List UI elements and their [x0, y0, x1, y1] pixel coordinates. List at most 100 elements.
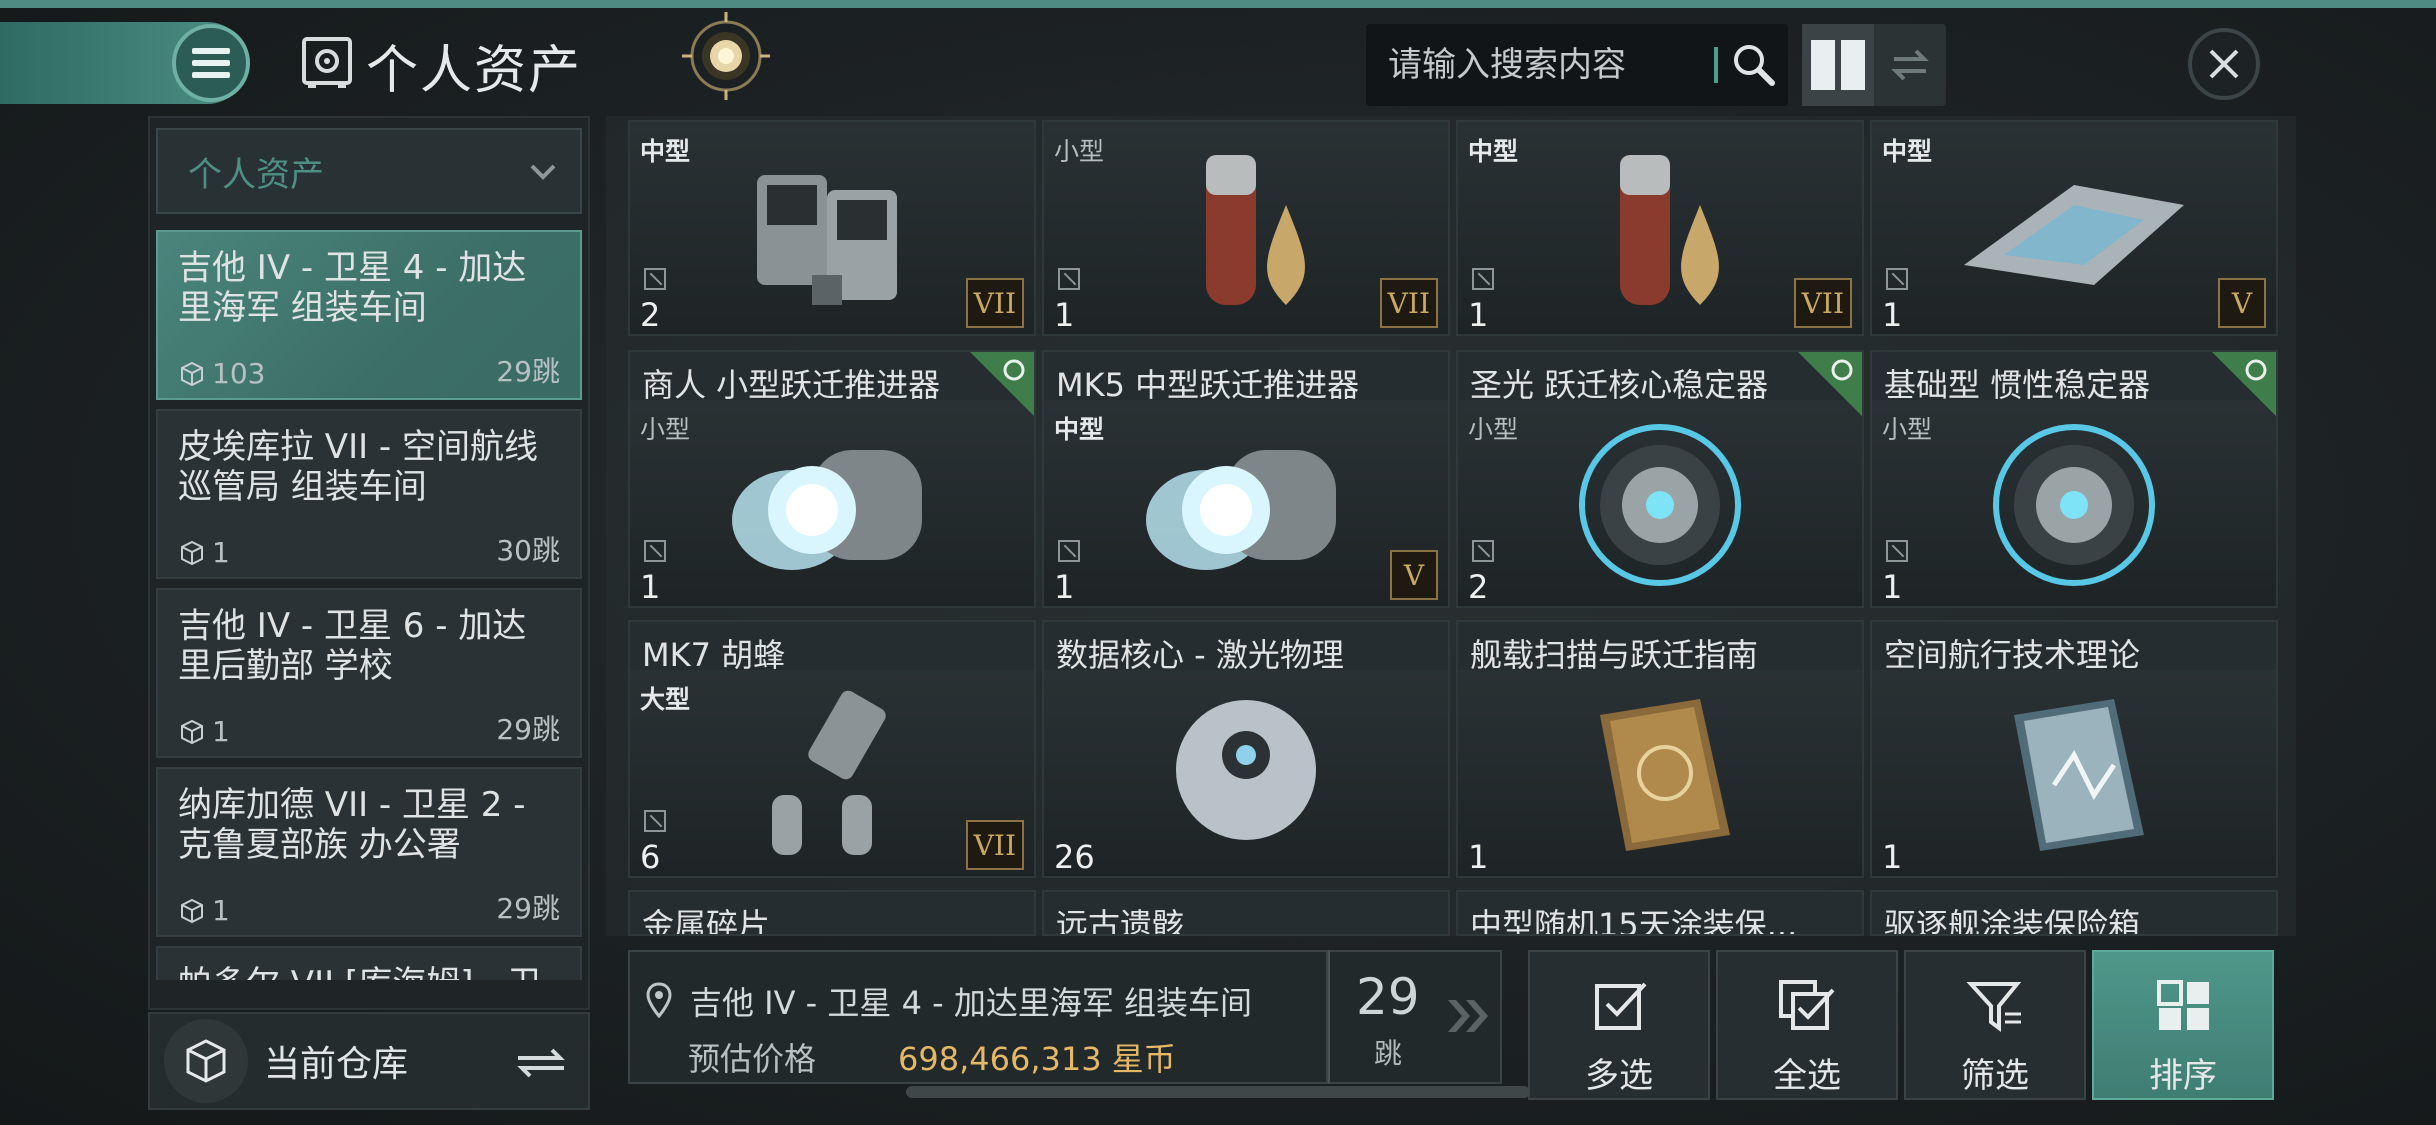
location-item[interactable]: 吉他 IV - 卫星 6 - 加达里后勤部 学校 1 29跳	[156, 588, 582, 758]
location-item[interactable]: 皮埃库拉 VII - 空间航线巡管局 组装车间 1 30跳	[156, 409, 582, 579]
menu-button[interactable]	[172, 24, 250, 102]
compass-icon[interactable]	[680, 10, 772, 102]
location-item[interactable]: 吉他 IV - 卫星 4 - 加达里海军 组装车间 103 29跳	[156, 230, 582, 400]
item-card[interactable]: 中型 1 V	[1870, 120, 2278, 336]
item-card[interactable]: 中型 1 VII	[1456, 120, 1864, 336]
item-card[interactable]: 数据核心 - 激光物理 26	[1042, 620, 1450, 878]
circle-badge-icon	[970, 352, 1034, 416]
item-quantity: 1	[640, 568, 661, 606]
item-thumbnail: 小型 1	[630, 400, 1034, 606]
location-name: 纳库加德 VII - 卫星 2 - 克鲁夏部族 办公署	[178, 785, 526, 865]
item-quantity: 1	[1468, 296, 1489, 334]
action-label: 全选	[1773, 1056, 1841, 1096]
item-name: 驱逐舰涂装保险箱	[1884, 906, 2141, 936]
item-card[interactable]: 驱逐舰涂装保险箱	[1870, 890, 2278, 936]
switch-icon[interactable]	[514, 1046, 568, 1080]
item-size-class: 小型	[1468, 415, 1519, 444]
close-icon[interactable]	[2186, 26, 2262, 102]
item-card[interactable]: 空间航行技术理论 1	[1870, 620, 2278, 878]
location-name: 吉他 IV - 卫星 4 - 加达里海军 组装车间	[178, 248, 527, 328]
item-thumbnail: 1	[1458, 670, 1862, 876]
item-count: 1	[178, 536, 230, 569]
asset-type-dropdown[interactable]: 个人资产	[156, 128, 582, 214]
item-image	[1964, 185, 2184, 285]
jump-count: 30跳	[496, 534, 560, 567]
current-warehouse-button[interactable]: 当前仓库	[148, 1012, 590, 1110]
multi-select-button[interactable]: 多选	[1528, 950, 1710, 1100]
item-size-class: 小型	[640, 415, 691, 444]
item-card[interactable]: 商人 小型跃迁推进器 小型 1	[628, 350, 1036, 608]
item-card[interactable]: 中型 2 VII	[628, 120, 1036, 336]
filter-button[interactable]: 筛选	[1904, 950, 2086, 1100]
item-name: 远古遗骸	[1056, 906, 1185, 936]
current-location: 吉他 IV - 卫星 4 - 加达里海军 组装车间	[690, 984, 1252, 1022]
item-size-class: 中型	[640, 137, 691, 166]
search-divider	[1714, 47, 1718, 83]
unfit-icon	[1886, 268, 1908, 290]
search-box	[1366, 24, 1788, 106]
item-size-class: 小型	[1882, 415, 1933, 444]
cube-icon	[181, 898, 203, 923]
jump-count: 29跳	[496, 355, 560, 388]
item-quantity: 2	[1468, 568, 1489, 606]
current-warehouse-label: 当前仓库	[264, 1044, 409, 1085]
unfit-icon	[644, 810, 666, 832]
item-quantity: 1	[1882, 838, 1903, 876]
search-input[interactable]	[1388, 45, 1708, 85]
select-all-button[interactable]: 全选	[1716, 950, 1898, 1100]
item-thumbnail: 中型 1 V	[1872, 122, 2276, 334]
cube-icon	[181, 540, 203, 565]
jump-panel[interactable]: 29 跳	[1328, 950, 1502, 1084]
search-icon[interactable]	[1728, 39, 1780, 91]
item-card[interactable]: 舰载扫描与跃迁指南 1	[1456, 620, 1864, 878]
item-quantity: 2	[640, 296, 661, 334]
item-card[interactable]: 中型随机15天涂装保...	[1456, 890, 1864, 936]
item-quantity: 1	[1054, 296, 1075, 334]
sort-button[interactable]: 排序	[2092, 950, 2274, 1100]
item-size-class: 大型	[640, 685, 691, 714]
chevron-down-icon	[530, 164, 556, 180]
jump-number: 29	[1356, 968, 1420, 1026]
jump-count: 29跳	[496, 892, 560, 925]
item-image	[1620, 155, 1719, 305]
item-thumbnail: 大型 6 VII	[630, 670, 1034, 876]
item-quantity: 1	[1882, 296, 1903, 334]
circle-badge-icon	[1798, 352, 1862, 416]
item-card[interactable]: 基础型 惯性稳定器 小型 1	[1870, 350, 2278, 608]
tech-tier-badge: VII	[965, 820, 1024, 870]
circle-badge-icon	[2212, 352, 2276, 416]
select-all-icon	[1779, 980, 1835, 1030]
check-box-icon	[1595, 982, 1647, 1030]
item-thumbnail: 小型 1	[1872, 400, 2276, 606]
item-card[interactable]: 圣光 跃迁核心稳定器 小型 2	[1456, 350, 1864, 608]
location-item[interactable]: 帕多尔 VII [库海姆] - 卫	[156, 946, 582, 980]
horizontal-scrollbar[interactable]	[906, 1086, 1530, 1098]
item-image	[772, 690, 886, 855]
list-view-icon[interactable]	[1874, 24, 1946, 106]
item-card[interactable]: 金属碎片	[628, 890, 1036, 936]
location-name: 帕多尔 VII [库海姆] - 卫	[178, 964, 558, 980]
item-image	[1206, 155, 1305, 305]
location-item[interactable]: 纳库加德 VII - 卫星 2 - 克鲁夏部族 办公署 1 29跳	[156, 767, 582, 937]
item-card[interactable]: 小型 1 VII	[1042, 120, 1450, 336]
location-info-panel: 吉他 IV - 卫星 4 - 加达里海军 组装车间 预估价格 698,466,3…	[628, 950, 1328, 1084]
cube-icon	[181, 361, 203, 386]
item-card[interactable]: MK7 胡蜂 大型 6 VII	[628, 620, 1036, 878]
location-pin-icon	[646, 982, 672, 1018]
estimated-price: 698,466,313 星币	[898, 1040, 1176, 1078]
item-quantity: 1	[1468, 838, 1489, 876]
unfit-icon	[1886, 540, 1908, 562]
tech-tier-badge: VII	[965, 278, 1024, 328]
sort-grid-icon	[2157, 980, 2209, 1030]
item-card[interactable]: MK5 中型跃迁推进器 中型 1 V	[1042, 350, 1450, 608]
action-label: 多选	[1585, 1056, 1653, 1096]
tech-tier-badge: V	[2218, 278, 2266, 328]
item-image	[2014, 699, 2144, 851]
view-toggle	[1802, 24, 1946, 106]
item-quantity: 1	[1882, 568, 1903, 606]
item-image	[1579, 424, 1741, 586]
item-image	[1993, 424, 2155, 586]
item-card[interactable]: 远古遗骸	[1042, 890, 1450, 936]
grid-view-icon[interactable]	[1802, 24, 1874, 106]
action-label: 排序	[2149, 1056, 2217, 1096]
